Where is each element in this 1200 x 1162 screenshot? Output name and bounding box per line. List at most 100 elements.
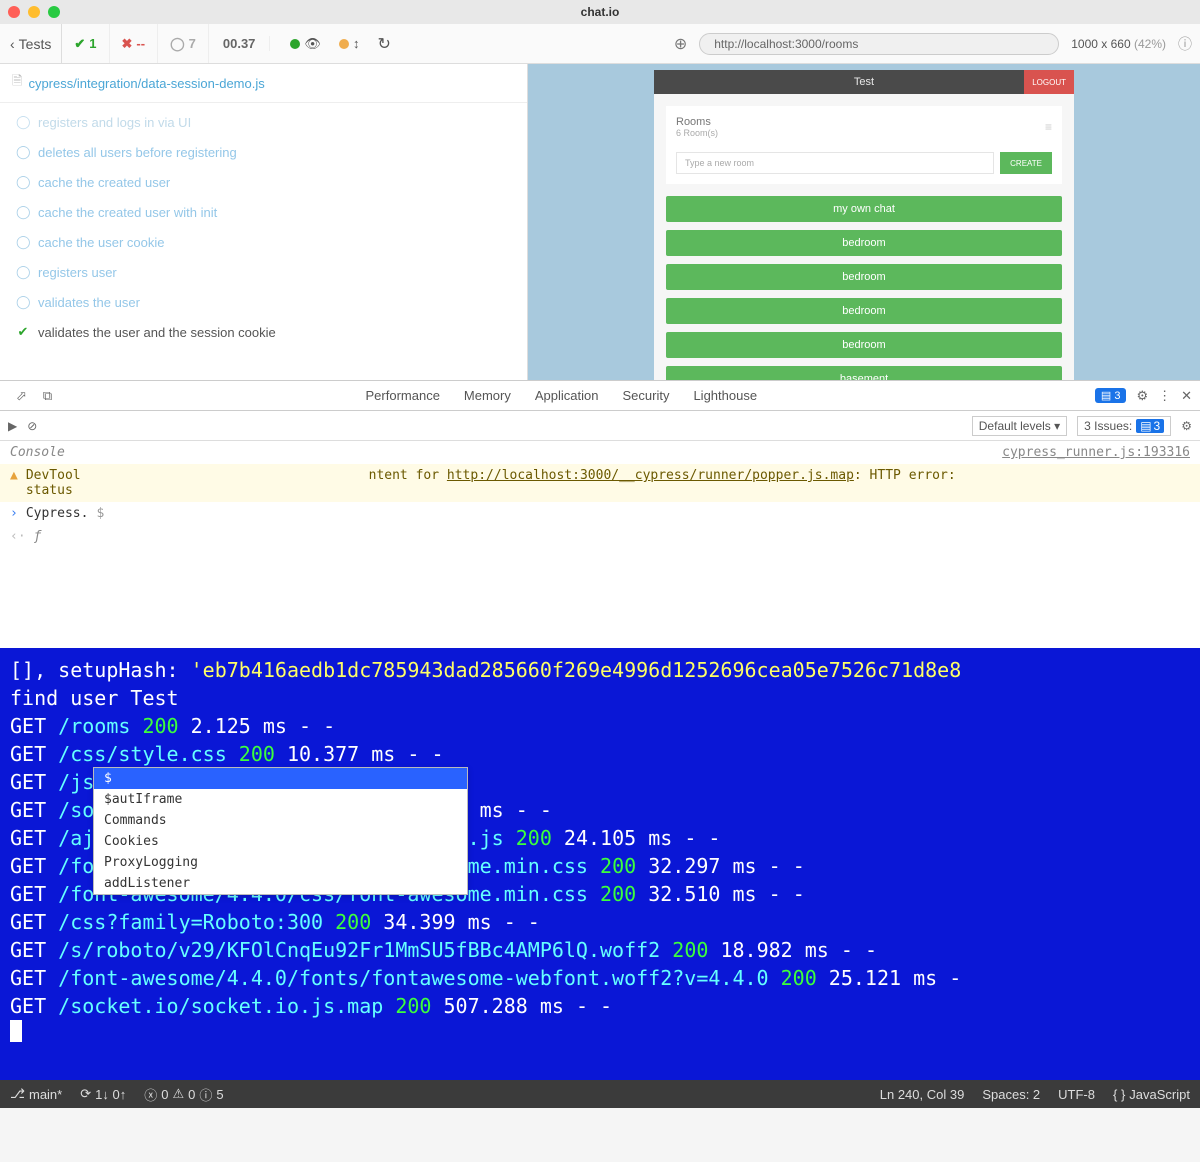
autocomplete-item[interactable]: Cookies [94, 831, 467, 852]
autocomplete-item[interactable]: $autIframe [94, 789, 467, 810]
autocomplete-dropdown: $$autIframeCommandsCookiesProxyLoggingad… [93, 767, 468, 895]
console-settings-icon[interactable]: ⚙ [1181, 419, 1192, 433]
cursor-position[interactable]: Ln 240, Col 39 [880, 1087, 965, 1102]
close-window-button[interactable] [8, 6, 20, 18]
updown-icon[interactable]: ↕ [353, 36, 360, 51]
check-icon: ✔ [16, 324, 30, 340]
info-icon: ⓘ [199, 1085, 212, 1104]
device-toolbar-button[interactable]: ⧉ [35, 388, 60, 404]
test-label: registers user [38, 265, 117, 280]
room-button[interactable]: my own chat [666, 196, 1062, 222]
test-item[interactable]: ◯cache the user cookie [0, 227, 527, 257]
terminal-log-line: GET /rooms 200 2.125 ms - - [10, 712, 1190, 740]
source-link[interactable]: cypress_runner.js:193316 [1002, 445, 1190, 460]
devtools-tab-application[interactable]: Application [523, 388, 611, 403]
devtools-tab-security[interactable]: Security [610, 388, 681, 403]
autocomplete-item[interactable]: ProxyLogging [94, 852, 467, 873]
room-button[interactable]: bedroom [666, 264, 1062, 290]
input-caret-icon: › [10, 506, 18, 521]
messages-badge[interactable]: ▤ 3 [1095, 388, 1127, 403]
chevron-left-icon: ‹ [10, 36, 15, 52]
test-item[interactable]: ◯cache the created user with init [0, 197, 527, 227]
devtools-tabs: ⬀ ⧉ ElementsConsoleSourcesNetworkPerform… [0, 381, 1200, 411]
info-icon[interactable]: ⓘ [1178, 34, 1200, 54]
viewport-size[interactable]: 1000 x 660 (42%) [1059, 37, 1178, 51]
test-label: cache the created user [38, 175, 170, 190]
test-label: cache the user cookie [38, 235, 164, 250]
indentation[interactable]: Spaces: 2 [982, 1087, 1040, 1102]
selector-playground-button[interactable]: ⊕ [662, 34, 699, 54]
tests-back-button[interactable]: ‹ Tests [0, 24, 62, 63]
test-runner-panel: 🗎 cypress/integration/data-session-demo.… [0, 64, 528, 380]
file-icon: 🗎 [12, 72, 22, 94]
warning-icon: ⚠ [172, 1086, 184, 1102]
test-item[interactable]: ◯validates the user [0, 287, 527, 317]
output-caret-icon: ‹· [10, 529, 26, 544]
maximize-window-button[interactable] [48, 6, 60, 18]
devtools-tab-lighthouse[interactable]: Lighthouse [681, 388, 769, 403]
encoding[interactable]: UTF-8 [1058, 1087, 1095, 1102]
pending-icon: ◯ [16, 114, 30, 130]
pending-icon: ◯ [16, 204, 30, 220]
issues-button[interactable]: 3 Issues: ▤ 3 [1077, 416, 1171, 436]
test-item[interactable]: ◯ cache the created user [0, 167, 527, 197]
language-mode[interactable]: { } JavaScript [1113, 1087, 1190, 1102]
logout-button[interactable]: LOGOUT [1024, 70, 1074, 94]
git-branch[interactable]: ⎇ main* [10, 1086, 62, 1102]
test-item[interactable]: ✔validates the user and the session cook… [0, 317, 527, 347]
log-levels-select[interactable]: Default levels ▾ [972, 416, 1067, 436]
console-input-row[interactable]: › Cypress.$ [0, 502, 1200, 525]
create-room-button[interactable]: CREATE [1000, 152, 1052, 174]
spec-file-link[interactable]: 🗎 cypress/integration/data-session-demo.… [0, 64, 527, 103]
room-button[interactable]: bedroom [666, 298, 1062, 324]
pending-icon: ◯ [16, 264, 30, 280]
terminal-log-line: GET /socket.io/socket.io.js.map 200 507.… [10, 992, 1190, 1020]
git-sync[interactable]: ⟳ 1↓ 0↑ [80, 1086, 126, 1102]
settings-icon[interactable]: ⚙ [1136, 388, 1148, 404]
console-play-button[interactable]: ▶ [8, 419, 17, 433]
more-icon[interactable]: ⋮ [1158, 388, 1171, 404]
autocomplete-item[interactable]: Commands [94, 810, 467, 831]
aut-preview: Test LOGOUT Rooms 6 Room(s) ≡ Type a new… [528, 64, 1200, 380]
chat-icon: ▤ [1101, 389, 1111, 402]
console-context-row: Console cypress_runner.js:193316 [0, 441, 1200, 464]
snapshot-indicator: ↕ [339, 36, 360, 51]
minimize-window-button[interactable] [28, 6, 40, 18]
inspect-element-button[interactable]: ⬀ [8, 388, 35, 404]
devtools-tab-memory[interactable]: Memory [452, 388, 523, 403]
pending-icon: ◯ [16, 174, 30, 190]
window-titlebar: chat.io [0, 0, 1200, 24]
test-duration: 00.37 [209, 36, 271, 51]
app-navbar: Test LOGOUT [654, 70, 1074, 94]
test-item[interactable]: ◯ registers and logs in via UI [0, 107, 527, 137]
error-icon: ⓧ [144, 1085, 157, 1104]
clear-console-button[interactable]: ⊘ [27, 419, 37, 433]
test-item[interactable]: ◯ registers user [0, 257, 527, 287]
circle-icon: ◯ [170, 36, 185, 52]
sourcemap-link[interactable]: http://localhost:3000/__cypress/runner/p… [447, 468, 854, 483]
rooms-heading: Rooms [676, 116, 718, 128]
autocomplete-item[interactable]: addListener [94, 873, 467, 894]
app-nav-title: Test [854, 76, 874, 88]
autocomplete-item[interactable]: $ [94, 768, 467, 789]
rooms-count: 6 Room(s) [676, 128, 718, 138]
problems-indicator[interactable]: ⓧ0 ⚠0 ⓘ5 [144, 1085, 223, 1104]
test-label: validates the user [38, 295, 140, 310]
menu-icon[interactable]: ≡ [1045, 120, 1052, 134]
reload-button[interactable]: ↻ [377, 34, 390, 54]
aut-url[interactable]: http://localhost:3000/rooms [699, 33, 1059, 55]
close-devtools-button[interactable]: ✕ [1181, 388, 1192, 404]
room-button[interactable]: bedroom [666, 230, 1062, 256]
test-label: registers and logs in via UI [38, 115, 191, 130]
chat-icon: ▤ [1140, 419, 1151, 433]
room-button[interactable]: bedroom [666, 332, 1062, 358]
devtools-tab-performance[interactable]: Performance [354, 388, 452, 403]
eye-icon[interactable]: 👁 [304, 36, 321, 52]
check-icon: ✔ [74, 36, 85, 52]
window-title: chat.io [581, 5, 620, 19]
recording-indicator: 👁 [290, 36, 321, 52]
test-item[interactable]: ◯deletes all users before registering [0, 137, 527, 167]
console-output-row: ‹· ƒ [0, 525, 1200, 548]
new-room-input[interactable]: Type a new room [676, 152, 994, 174]
terminal-log-line: GET /css?family=Roboto:300 200 34.399 ms… [10, 908, 1190, 936]
